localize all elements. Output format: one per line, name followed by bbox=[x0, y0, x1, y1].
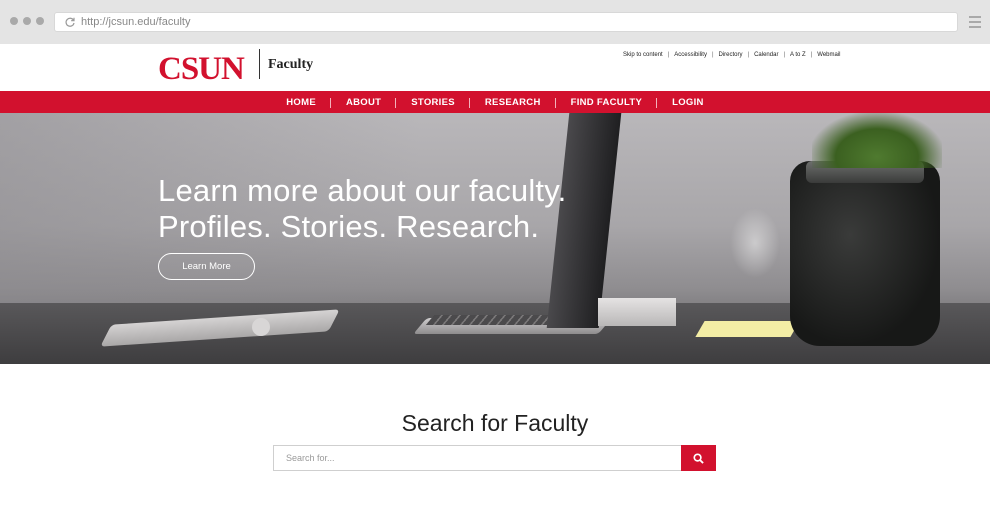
browser-chrome: http://jcsun.edu/faculty bbox=[0, 0, 990, 44]
utility-link-a-to-z[interactable]: A to Z bbox=[790, 52, 806, 58]
window-controls bbox=[10, 17, 44, 25]
search-title: Search for Faculty bbox=[401, 410, 589, 436]
nav-item-find-faculty[interactable]: FIND FACULTY bbox=[556, 97, 658, 108]
hero-line-1: Learn more about our faculty. bbox=[158, 173, 567, 208]
utility-link-accessibility[interactable]: Accessibility bbox=[674, 52, 707, 58]
hero-line-2: Profiles. Stories. Research. bbox=[158, 209, 540, 244]
utility-link-calendar[interactable]: Calendar bbox=[754, 52, 778, 58]
logo-divider bbox=[259, 49, 260, 79]
reload-icon[interactable] bbox=[64, 16, 76, 28]
url-text: http://jcsun.edu/faculty bbox=[81, 16, 191, 28]
hero-jar-image bbox=[790, 161, 940, 346]
nav-item-about[interactable]: ABOUT bbox=[331, 97, 397, 108]
window-close-dot[interactable] bbox=[10, 17, 18, 25]
hero-pen-image bbox=[252, 318, 270, 336]
hero-glass-image bbox=[730, 208, 780, 278]
main-nav: HOME ABOUT STORIES RESEARCH FIND FACULTY… bbox=[0, 91, 990, 113]
utility-link-directory[interactable]: Directory bbox=[719, 52, 743, 58]
search-icon bbox=[693, 452, 704, 464]
utility-link-webmail[interactable]: Webmail bbox=[817, 52, 840, 58]
nav-item-stories[interactable]: STORIES bbox=[396, 97, 470, 108]
hero-plant-image bbox=[812, 113, 942, 168]
csun-logo[interactable]: CSUN bbox=[158, 51, 245, 88]
utility-links: Skip to content | Accessibility | Direct… bbox=[623, 52, 841, 58]
site-subtitle[interactable]: Faculty bbox=[268, 57, 313, 73]
learn-more-button[interactable]: Learn More bbox=[158, 253, 255, 280]
hero-sticky-notes-image bbox=[695, 321, 800, 337]
address-bar[interactable]: http://jcsun.edu/faculty bbox=[54, 12, 958, 32]
utility-link-skip[interactable]: Skip to content bbox=[623, 52, 663, 58]
window-minimize-dot[interactable] bbox=[23, 17, 31, 25]
nav-item-login[interactable]: LOGIN bbox=[657, 97, 719, 108]
nav-item-research[interactable]: RESEARCH bbox=[470, 97, 556, 108]
hero-box-image bbox=[598, 298, 676, 326]
nav-item-home[interactable]: HOME bbox=[271, 97, 331, 108]
window-maximize-dot[interactable] bbox=[36, 17, 44, 25]
hero-heading: Learn more about our faculty. Profiles. … bbox=[158, 173, 566, 245]
web-page: CSUN Faculty Skip to content | Accessibi… bbox=[0, 44, 990, 510]
hero-banner: Learn more about our faculty. Profiles. … bbox=[0, 113, 990, 364]
site-header: CSUN Faculty Skip to content | Accessibi… bbox=[0, 44, 990, 91]
search-button[interactable] bbox=[681, 445, 716, 471]
search-input[interactable] bbox=[273, 445, 681, 471]
hamburger-menu-icon[interactable] bbox=[969, 16, 981, 28]
